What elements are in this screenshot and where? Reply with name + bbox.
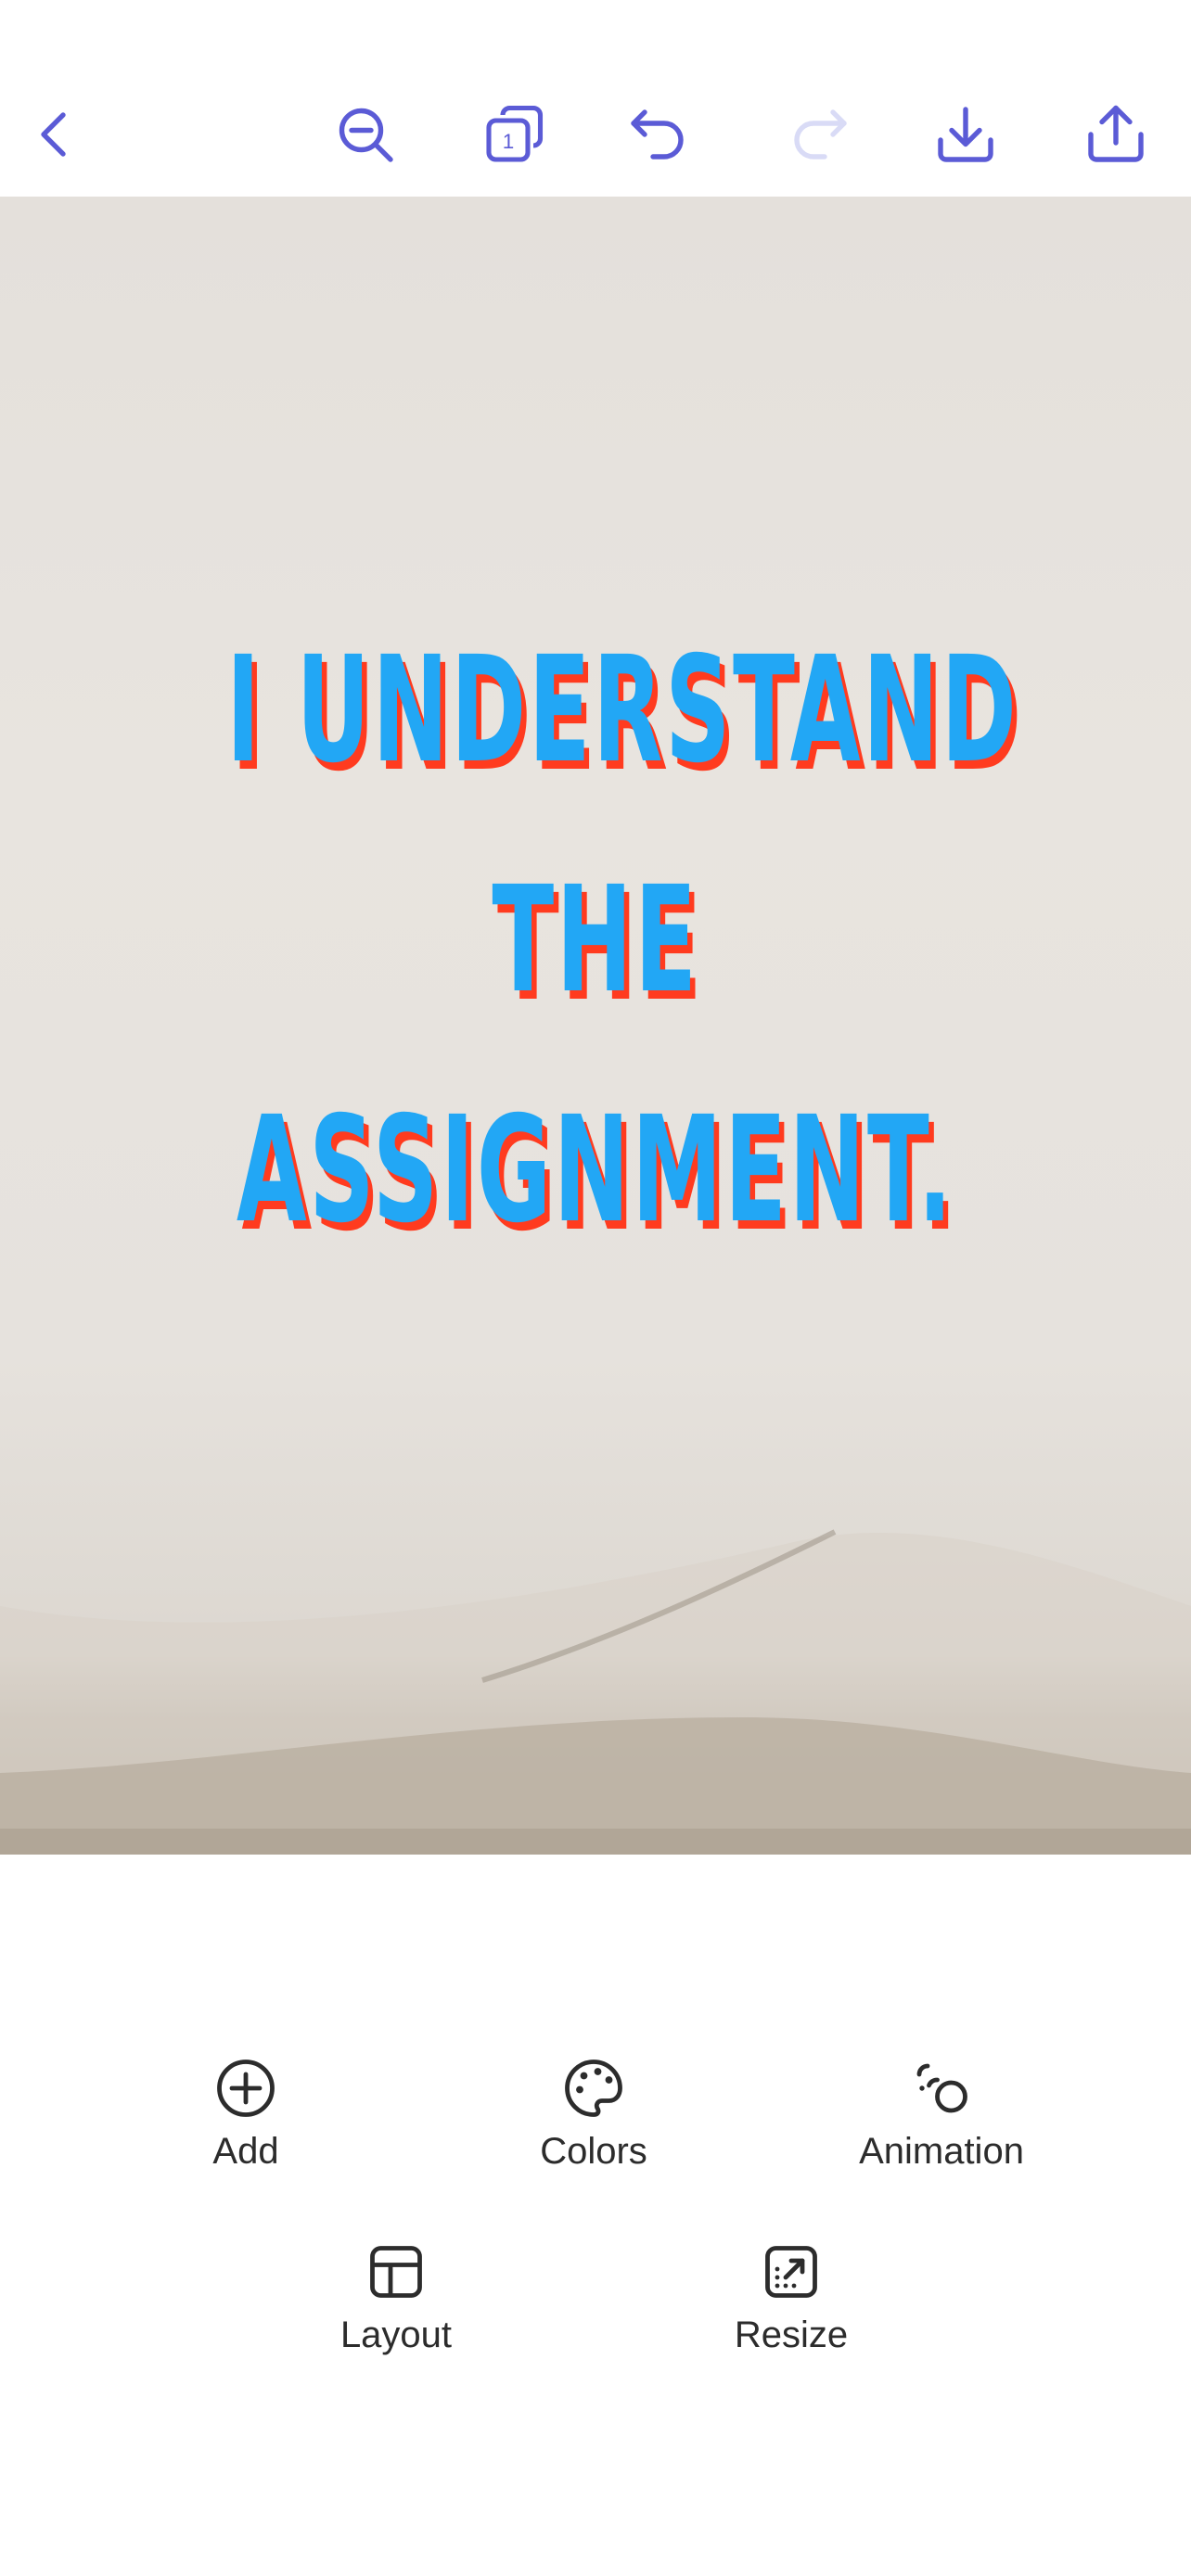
layout-label: Layout (339, 2315, 453, 2355)
colors-label: Colors (540, 2131, 647, 2172)
zoom-out-button[interactable] (324, 93, 407, 176)
layout-icon (370, 2246, 422, 2298)
top-toolbar: 1 (0, 0, 1191, 197)
colors-button[interactable]: Colors (482, 2055, 705, 2203)
page-count: 1 (503, 130, 515, 153)
bottom-tools: Add Colors Animation Layout Resize (0, 1855, 1191, 2576)
plus-circle-icon (217, 2060, 275, 2117)
redo-icon (794, 109, 847, 159)
resize-button[interactable]: Resize (680, 2238, 903, 2387)
back-button[interactable] (13, 93, 96, 176)
undo-button[interactable] (617, 93, 700, 176)
redo-button[interactable] (777, 93, 861, 176)
animation-icon (916, 2063, 967, 2113)
undo-icon (631, 109, 684, 159)
resize-label: Resize (734, 2315, 849, 2355)
resize-icon (765, 2246, 817, 2298)
pages-icon: 1 (486, 105, 544, 162)
add-label: Add (212, 2131, 279, 2172)
share-button[interactable] (1074, 93, 1158, 176)
animation-button[interactable]: Animation (830, 2055, 1053, 2203)
design-line-2: THE (492, 855, 699, 1026)
palette-icon (565, 2060, 622, 2117)
chevron-left-icon (41, 112, 66, 157)
pages-button[interactable]: 1 (472, 93, 556, 176)
design-text[interactable]: I UNDERSTAND THE ASSIGNMENT. (225, 595, 1019, 1285)
download-icon (938, 107, 993, 162)
design-line-3: ASSIGNMENT. (236, 1085, 955, 1256)
download-button[interactable] (924, 93, 1007, 176)
add-button[interactable]: Add (134, 2055, 357, 2203)
design-canvas[interactable]: I UNDERSTAND THE ASSIGNMENT. (0, 197, 1191, 1855)
share-icon (1088, 105, 1144, 162)
zoom-out-icon (339, 108, 393, 162)
animation-label: Animation (859, 2131, 1024, 2172)
layout-button[interactable]: Layout (285, 2238, 507, 2387)
design-line-1: I UNDERSTAND (225, 625, 1019, 796)
